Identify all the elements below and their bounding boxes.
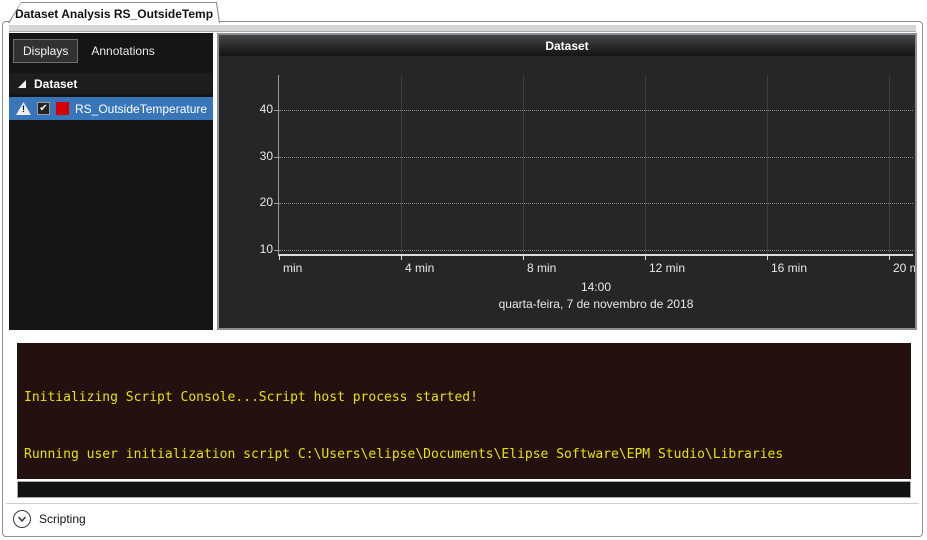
tab-annotations[interactable]: Annotations (82, 40, 163, 62)
y-axis-label: 20 (243, 195, 273, 209)
gridline-horizontal (279, 110, 913, 111)
chart-plot-area[interactable]: 40 30 20 10 min 4 min 8 min 12 min 16 mi… (278, 75, 913, 256)
x-axis-label: 16 min (771, 261, 807, 275)
expander-collapse-icon[interactable] (18, 80, 26, 88)
document-tab[interactable]: Dataset Analysis RS_OutsideTemp (8, 2, 220, 23)
gridline-horizontal (279, 203, 913, 204)
sidebar-tabbar: Displays Annotations (9, 33, 213, 68)
gridline-vertical (645, 75, 646, 254)
y-axis-label: 40 (243, 102, 273, 116)
script-console-panel: Initializing Script Console...Script hos… (17, 343, 911, 498)
x-axis-tick (767, 256, 768, 260)
console-line: Running user initialization script C:\Us… (24, 445, 907, 464)
sidebar: Displays Annotations Dataset ! ✔ RS_Outs… (9, 33, 213, 330)
y-axis-tick (274, 110, 279, 111)
y-axis-label: 10 (243, 242, 273, 256)
document-tab-label: Dataset Analysis RS_OutsideTemp (9, 3, 219, 24)
x-axis-tick (645, 256, 646, 260)
tree-group-dataset[interactable]: Dataset (9, 73, 213, 94)
gridline-vertical (401, 75, 402, 254)
x-axis-tick (401, 256, 402, 260)
gridline-horizontal (279, 250, 913, 251)
y-axis-label: 30 (243, 149, 273, 163)
top-splitter[interactable] (9, 25, 916, 32)
x-axis-label: 4 min (405, 261, 434, 275)
tab-displays[interactable]: Displays (13, 39, 78, 63)
script-console-output[interactable]: Initializing Script Console...Script hos… (17, 343, 911, 479)
scripting-label: Scripting (39, 512, 86, 526)
main-window: Displays Annotations Dataset ! ✔ RS_Outs… (2, 21, 923, 537)
app-canvas: Dataset Analysis RS_OutsideTemp Displays… (0, 0, 927, 540)
x-axis-label: 8 min (527, 261, 556, 275)
x-axis-label: 12 min (649, 261, 685, 275)
pen-color-swatch[interactable] (56, 102, 69, 115)
warning-icon: ! (16, 102, 31, 115)
chart-title: Dataset (219, 35, 915, 56)
tree-group-label: Dataset (34, 77, 77, 91)
visibility-checkbox[interactable]: ✔ (37, 102, 50, 115)
gridline-vertical (523, 75, 524, 254)
gridline-vertical (767, 75, 768, 254)
tree-item-rs-outsidetemperature[interactable]: ! ✔ RS_OutsideTemperature (9, 97, 213, 120)
scripting-expander: Scripting (6, 503, 919, 528)
x-axis-time-caption: 14:00 (279, 280, 913, 294)
y-axis-tick (274, 250, 279, 251)
x-axis-label: 20 m (893, 261, 917, 275)
x-axis-tick (889, 256, 890, 260)
gridline-horizontal (279, 157, 913, 158)
y-axis-tick (274, 157, 279, 158)
console-line: Initializing Script Console...Script hos… (24, 388, 907, 407)
chevron-down-icon[interactable] (13, 510, 31, 528)
gridline-vertical (889, 75, 890, 254)
work-area: Displays Annotations Dataset ! ✔ RS_Outs… (9, 33, 917, 330)
y-axis-tick (274, 203, 279, 204)
x-axis-date-caption: quarta-feira, 7 de novembro de 2018 (279, 297, 913, 311)
script-console-input[interactable] (17, 481, 911, 498)
x-axis-tick (523, 256, 524, 260)
chart-panel[interactable]: Dataset (217, 33, 917, 330)
tree-item-label: RS_OutsideTemperature (75, 102, 207, 116)
x-axis-tick (279, 256, 280, 260)
x-axis-label: min (283, 261, 302, 275)
